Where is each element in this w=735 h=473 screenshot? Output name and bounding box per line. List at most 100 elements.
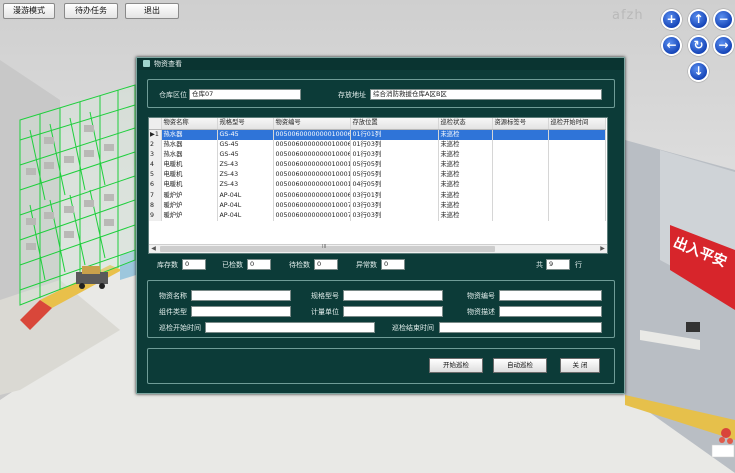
dialog-titlebar[interactable]: 物资查看 bbox=[137, 58, 624, 70]
exit-button[interactable]: 退出 bbox=[125, 3, 179, 19]
column-header[interactable]: 规格型号 bbox=[217, 118, 274, 130]
row-number: 6 bbox=[149, 180, 162, 191]
address-field[interactable]: 综合消防救援仓库A区B区 bbox=[370, 89, 602, 100]
scroll-right-icon[interactable]: ▶ bbox=[598, 245, 607, 253]
total-prefix: 共 bbox=[536, 261, 543, 269]
todo-tasks-button[interactable]: 待办任务 bbox=[64, 3, 118, 19]
table-row[interactable]: 2 热水器 GS-45 00500600000000100063 01行03列 未巡检 bbox=[149, 139, 606, 150]
table-cell-name: 暖炉炉 bbox=[161, 210, 218, 221]
move-up-button[interactable]: ↑ bbox=[688, 9, 709, 30]
table-cell-status: 未巡检 bbox=[438, 149, 493, 160]
table-cell-tag bbox=[492, 180, 549, 191]
table-cell-time bbox=[548, 159, 606, 171]
move-left-button[interactable]: ← bbox=[661, 35, 682, 56]
table-cell-status: 未巡检 bbox=[438, 190, 493, 201]
table-cell-tag bbox=[492, 210, 549, 221]
table-row[interactable]: 5 电暖机 ZS-43 00500600000000100012 05行05列 未巡检 bbox=[149, 170, 606, 181]
table-cell-time bbox=[548, 190, 606, 201]
table-cell-name: 热水器 bbox=[161, 129, 218, 140]
stock-count-field[interactable]: 0 bbox=[182, 259, 206, 270]
close-button[interactable]: 关 闭 bbox=[560, 358, 600, 373]
table-row[interactable]: 8 暖炉炉 AP-04L 00500600000000100071 03行03列 未巡检 bbox=[149, 200, 606, 211]
table-cell-time bbox=[548, 149, 606, 160]
table-cell-status: 未巡检 bbox=[438, 129, 493, 140]
table-cell-model: GS-45 bbox=[217, 149, 274, 160]
move-down-button[interactable]: ↓ bbox=[688, 61, 709, 82]
table-cell-status: 未巡检 bbox=[438, 159, 493, 171]
table-row[interactable]: 4 电暖机 ZS-43 00500600000000100013 05行05列 未巡检 bbox=[149, 159, 606, 171]
zoom-out-button[interactable]: − bbox=[713, 9, 734, 30]
table-row[interactable]: 7 暖炉炉 AP-04L 00500600000000100060 03行01列 未巡检 bbox=[149, 190, 606, 201]
table-row[interactable]: 3 热水器 GS-45 00500600000000100062 01行03列 未巡检 bbox=[149, 149, 606, 160]
model-spec-field[interactable] bbox=[343, 290, 443, 301]
table-cell-name: 电暖机 bbox=[161, 170, 218, 181]
table-cell-model: AP-04L bbox=[217, 200, 274, 211]
table-cell-status: 未巡检 bbox=[438, 200, 493, 211]
table-cell-time bbox=[548, 129, 606, 140]
table-cell-model: AP-04L bbox=[217, 190, 274, 201]
material-code-label: 物资编号 bbox=[467, 292, 495, 300]
table-cell-tag bbox=[492, 200, 549, 211]
table-cell-name: 电暖机 bbox=[161, 159, 218, 171]
table-cell-code: 00500600000000100065 bbox=[273, 129, 351, 140]
dialog-title: 物资查看 bbox=[154, 60, 182, 68]
table-cell-code: 00500600000000100062 bbox=[273, 149, 351, 160]
material-table-body: 物资名称 规格型号 物资编号 存放位置 巡检状态 资源标签号 巡检开始时间 ▶1… bbox=[149, 118, 606, 221]
column-header[interactable]: 物资名称 bbox=[161, 118, 218, 130]
abnormal-count-field[interactable]: 0 bbox=[381, 259, 405, 270]
storage-position-field[interactable]: 仓库07 bbox=[189, 89, 301, 100]
table-cell-time bbox=[548, 180, 606, 191]
storage-position-label: 仓库区位 bbox=[159, 91, 187, 99]
row-number: 8 bbox=[149, 200, 162, 211]
material-code-field[interactable] bbox=[499, 290, 602, 301]
column-header[interactable]: 存放位置 bbox=[350, 118, 439, 130]
table-row[interactable]: 9 暖炉炉 AP-04L 00500600000000100070 03行03列 未巡检 bbox=[149, 210, 606, 221]
table-cell-time bbox=[548, 139, 606, 150]
table-cell-model: ZS-43 bbox=[217, 170, 274, 181]
material-desc-field[interactable] bbox=[499, 306, 602, 317]
check-end-time-label: 巡检结束时间 bbox=[392, 324, 434, 332]
horizontal-scrollbar[interactable]: ◀ III ▶ bbox=[149, 244, 607, 253]
move-right-button[interactable]: → bbox=[713, 35, 734, 56]
roam-mode-button[interactable]: 漫游模式 bbox=[3, 3, 55, 19]
zoom-in-button[interactable]: + bbox=[661, 9, 682, 30]
table-cell-code: 00500600000000100012 bbox=[273, 170, 351, 181]
scroll-left-icon[interactable]: ◀ bbox=[149, 245, 158, 253]
check-end-time-field[interactable] bbox=[439, 322, 602, 333]
reset-view-button[interactable]: ↻ bbox=[688, 35, 709, 56]
auto-check-button[interactable]: 自动巡检 bbox=[493, 358, 547, 373]
address-label: 存放地址 bbox=[338, 91, 366, 99]
table-cell-tag bbox=[492, 139, 549, 150]
category-field[interactable] bbox=[191, 306, 291, 317]
total-rows-field[interactable]: 9 bbox=[546, 259, 570, 270]
table-cell-status: 未巡检 bbox=[438, 139, 493, 150]
unit-label: 计量单位 bbox=[311, 308, 339, 316]
unchecked-count-field[interactable]: 0 bbox=[314, 259, 338, 270]
column-header[interactable]: 巡检状态 bbox=[438, 118, 493, 130]
table-row[interactable]: ▶1 热水器 GS-45 00500600000000100065 01行01列 未巡检 bbox=[149, 129, 606, 140]
table-cell-code: 00500600000000100063 bbox=[273, 139, 351, 150]
table-cell-time bbox=[548, 200, 606, 211]
check-start-time-field[interactable] bbox=[205, 322, 375, 333]
table-cell-pos: 03行03列 bbox=[350, 200, 439, 211]
column-header[interactable]: 资源标签号 bbox=[492, 118, 549, 130]
table-cell-tag bbox=[492, 190, 549, 201]
column-header[interactable]: 物资编号 bbox=[273, 118, 351, 130]
table-cell-code: 00500600000000100011 bbox=[273, 180, 351, 191]
table-cell-code: 00500600000000100071 bbox=[273, 200, 351, 211]
table-cell-pos: 04行05列 bbox=[350, 180, 439, 191]
material-name-field[interactable] bbox=[191, 290, 291, 301]
table-cell-pos: 03行03列 bbox=[350, 210, 439, 221]
unchecked-count-label: 待检数 bbox=[289, 261, 310, 269]
table-cell-pos: 05行05列 bbox=[350, 159, 439, 171]
table-cell-name: 电暖机 bbox=[161, 180, 218, 191]
scrollbar-thumb[interactable]: III bbox=[160, 244, 495, 252]
table-row[interactable]: 6 电暖机 ZS-43 00500600000000100011 04行05列 未巡检 bbox=[149, 180, 606, 191]
material-table[interactable]: 物资名称 规格型号 物资编号 存放位置 巡检状态 资源标签号 巡检开始时间 ▶1… bbox=[148, 117, 608, 254]
column-header[interactable]: 巡检开始时间 bbox=[548, 118, 606, 130]
table-cell-tag bbox=[492, 159, 549, 171]
checked-count-field[interactable]: 0 bbox=[247, 259, 271, 270]
start-check-button[interactable]: 开始巡检 bbox=[429, 358, 483, 373]
table-header-row: 物资名称 规格型号 物资编号 存放位置 巡检状态 资源标签号 巡检开始时间 bbox=[149, 118, 606, 130]
unit-field[interactable] bbox=[343, 306, 443, 317]
